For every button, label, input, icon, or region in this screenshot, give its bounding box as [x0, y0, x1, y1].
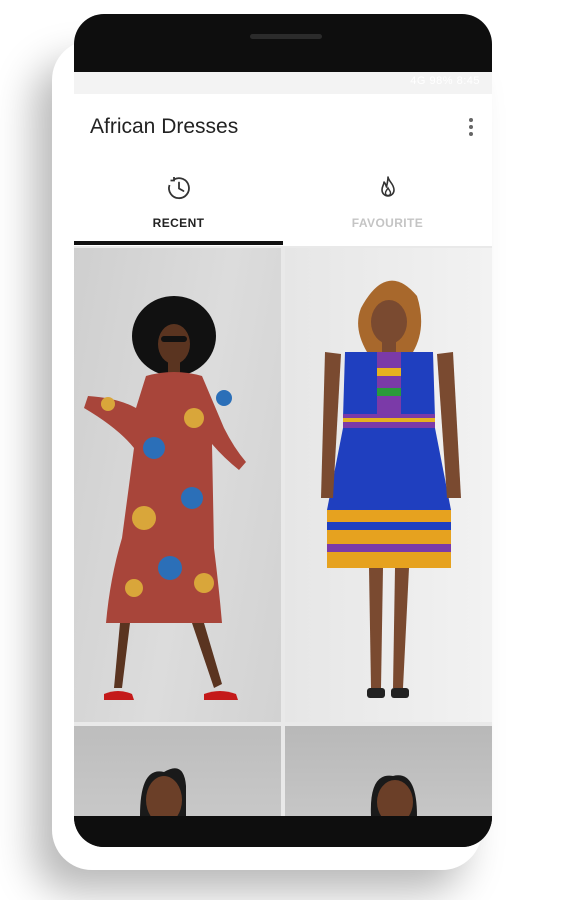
image-grid	[74, 246, 492, 816]
tab-recent-label: RECENT	[152, 216, 205, 230]
dress-photo-1	[84, 296, 246, 700]
flame-icon	[381, 176, 395, 197]
tab-favourite[interactable]: FAVOURITE	[283, 154, 492, 246]
gallery-item[interactable]	[74, 726, 281, 816]
app-title: African Dresses	[90, 115, 239, 138]
phone-frame: 4G 98% 8:45 African Dresses RECENT FAVOU…	[74, 14, 492, 847]
portrait-photo-4	[370, 775, 417, 816]
portrait-photo-3	[140, 768, 186, 816]
gallery-item[interactable]	[285, 248, 492, 722]
app-bar: African Dresses	[74, 94, 492, 154]
navigation-bar	[74, 816, 492, 847]
speaker-grille	[250, 34, 322, 39]
tab-recent[interactable]: RECENT	[74, 154, 283, 246]
more-vertical-icon[interactable]	[466, 116, 476, 138]
tab-indicator	[74, 241, 283, 245]
history-icon	[168, 177, 190, 199]
status-bar: 4G 98% 8:45	[74, 72, 492, 94]
app-screen: 4G 98% 8:45 African Dresses RECENT FAVOU…	[74, 72, 492, 816]
status-text: 4G 98% 8:45	[410, 75, 480, 87]
dress-photo-2	[321, 280, 461, 698]
tab-favourite-label: FAVOURITE	[351, 216, 424, 230]
gallery-item[interactable]	[74, 248, 281, 722]
tab-bar: RECENT FAVOURITE	[74, 154, 492, 246]
gallery-item[interactable]	[285, 726, 492, 816]
